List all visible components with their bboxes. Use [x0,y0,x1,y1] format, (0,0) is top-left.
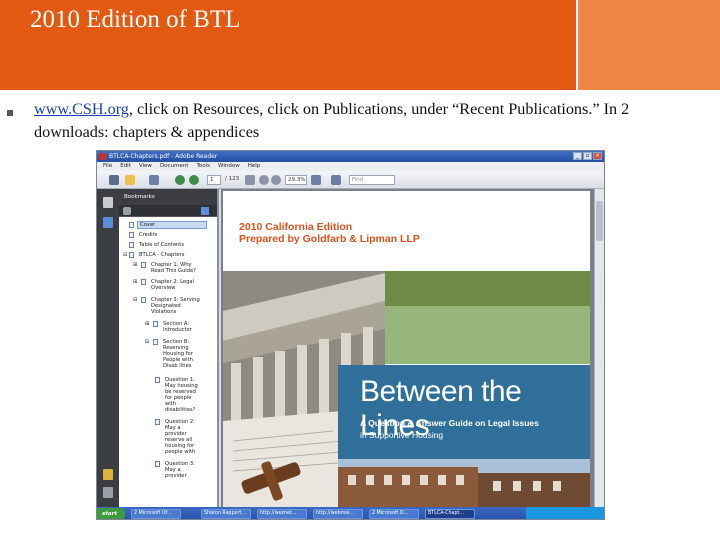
reader-toolbar: 1 / 123 29.3% Find [97,171,604,189]
cover-subtitle-line1: A Question & Answer Guide on Legal Issue… [360,418,539,428]
minimize-icon[interactable]: _ [573,152,582,160]
close-icon[interactable]: × [593,152,602,160]
menu-help[interactable]: Help [248,162,261,171]
bookmark-item[interactable]: Credits [139,232,157,238]
csh-link[interactable]: www.CSH.org [34,100,129,118]
cover-stripe-dark [385,271,590,306]
expand-icon[interactable]: ⊞ [133,279,137,285]
pages-icon[interactable] [103,197,113,208]
bullet-text-line2: downloads: chapters & appendices [34,123,260,141]
reader-app-icon [99,153,106,160]
bookmark-item[interactable]: Read This Guide? [151,268,196,274]
menu-edit[interactable]: Edit [120,162,131,171]
vertical-scrollbar[interactable] [594,189,604,507]
maximize-icon[interactable]: ▫ [583,152,592,160]
taskbar-item-active[interactable]: BTLCA-Chapt... [425,509,475,519]
menu-file[interactable]: File [103,162,112,171]
bookmark-item[interactable]: people with [165,449,195,455]
bookmark-toggle-icon[interactable] [149,175,159,185]
taskbar-item[interactable]: http://weznet... [257,509,307,519]
slide-title: 2010 Edition of BTL [30,6,241,33]
windows-taskbar: start 2 Microsoft Of... Sharon Rapport..… [97,507,604,519]
cover-stripe-light [385,306,590,364]
cover-edition: 2010 California Edition [239,221,353,233]
slide-title-accent [578,0,720,90]
layers-icon[interactable] [103,469,113,480]
bookmark-item[interactable]: Cover [137,221,207,230]
fit-page-icon[interactable] [311,175,321,185]
start-button[interactable]: start [97,508,125,519]
document-area: 2010 California Edition Prepared by Gold… [221,189,594,507]
taskbar-item[interactable]: 2 Microsoft Of... [131,509,181,519]
system-tray [526,507,604,519]
bookmark-item[interactable]: BTLCA - Chapters [139,252,184,258]
reader-menu-bar: File Edit View Document Tools Window Hel… [97,162,604,171]
zoom-field[interactable]: 29.3% [285,175,307,185]
cover-title-block: Between the Lines A Question & Answer Gu… [338,365,590,459]
options-icon[interactable] [123,207,131,215]
menu-window[interactable]: Window [218,162,240,171]
bullet-text-line1: , click on Resources, click on Publicati… [128,100,630,118]
menu-document[interactable]: Document [160,162,189,171]
fit-width-icon[interactable] [331,175,341,185]
zoom-out-icon[interactable] [259,175,269,185]
find-field[interactable]: Find [349,175,395,185]
taskbar-item[interactable]: 2 Microsoft O... [369,509,419,519]
zoom-in-icon[interactable] [271,175,281,185]
bookmarks-panel: Bookmarks Cover Credits Table of Content… [119,189,219,507]
expand-icon[interactable]: ⊟ [133,297,137,303]
menu-tools[interactable]: Tools [196,162,210,171]
expand-icon[interactable]: ⊟ [145,339,149,345]
page-number-field[interactable]: 1 [207,175,221,185]
navigation-pane-strip [97,189,119,507]
bookmarks-header: Bookmarks [119,189,217,205]
bullet-text: www.CSH.org, click on Resources, click o… [34,98,714,144]
bookmarks-tab-icon[interactable] [103,217,113,228]
taskbar-item[interactable]: Sharon Rapport... [201,509,251,519]
reader-title-bar: BTLCA-Chapters.pdf - Adobe Reader _ ▫ × [97,151,604,162]
bookmark-item[interactable]: Introductor [163,327,192,333]
email-icon[interactable] [125,175,135,185]
taskbar-item[interactable]: http://webmai... [313,509,363,519]
expand-icon[interactable]: ⊞ [133,262,137,268]
cover-subtitle-line2: in Supportive Housing [360,430,444,440]
expand-icon[interactable]: ⊞ [145,321,149,327]
print-icon[interactable] [109,175,119,185]
bookmark-item[interactable]: Overview [151,285,175,291]
menu-view[interactable]: View [139,162,152,171]
reader-window-title: BTLCA-Chapters.pdf - Adobe Reader [109,153,218,160]
bookmark-item[interactable]: provider [165,473,187,479]
expand-icon[interactable]: ⊟ [123,252,127,258]
bookmark-item[interactable]: Table of Contents [139,242,184,248]
new-bookmark-icon[interactable] [201,207,209,215]
select-tool-icon[interactable] [245,175,255,185]
cover-prepared-by: Prepared by Goldfarb & Lipman LLP [239,233,420,245]
page-total: / 123 [225,176,240,182]
bullet-marker [7,110,13,116]
pdf-page-cover: 2010 California Edition Prepared by Gold… [223,191,590,507]
bookmark-item[interactable]: Violations [151,309,176,315]
bookmarks-options-bar [119,205,217,217]
next-page-icon[interactable] [189,175,199,185]
reader-screenshot: BTLCA-Chapters.pdf - Adobe Reader _ ▫ × … [96,150,605,520]
scrollbar-thumb[interactable] [596,201,603,241]
bookmark-item[interactable]: Disab lities [163,363,192,369]
housing-photo [338,459,590,507]
bookmark-item[interactable]: disabilities? [165,407,195,413]
previous-page-icon[interactable] [175,175,185,185]
attachments-icon[interactable] [103,487,113,498]
